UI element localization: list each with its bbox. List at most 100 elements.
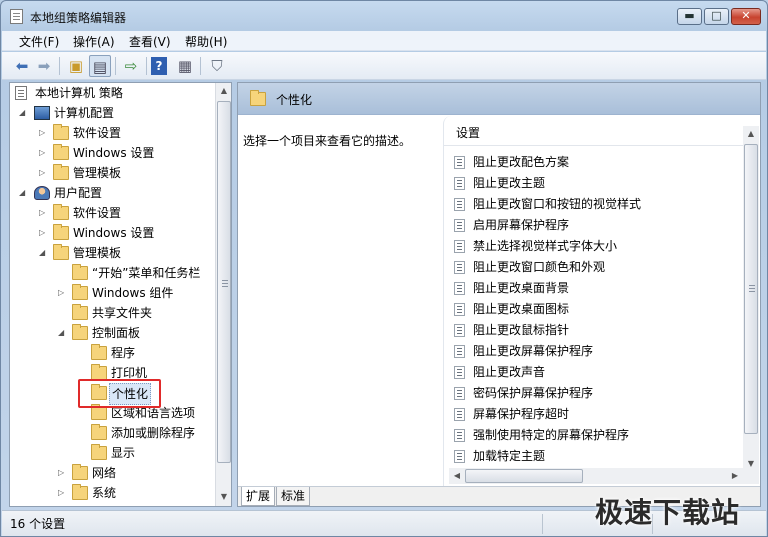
folder-icon xyxy=(72,284,88,300)
tree-item-network[interactable]: ▷ 网络 xyxy=(10,463,215,483)
folder-icon xyxy=(91,344,107,360)
tree-item-root[interactable]: 本地计算机 策略 xyxy=(10,83,215,103)
expanded-arrow-icon[interactable]: ◢ xyxy=(19,183,29,203)
folder-icon xyxy=(53,224,69,240)
folder-icon xyxy=(72,264,88,280)
details-pane: 个性化 选择一个项目来查看它的描述。 设置 阻止更改配色方案 阻止更改主题 阻止… xyxy=(237,82,761,507)
scroll-thumb[interactable] xyxy=(217,101,231,463)
collapsed-arrow-icon[interactable]: ▷ xyxy=(39,163,49,183)
column-header-settings[interactable]: 设置 xyxy=(444,122,744,146)
users-icon xyxy=(34,186,50,200)
tree-item-system[interactable]: ▷ 系统 xyxy=(10,483,215,503)
tree-item-printers[interactable]: 打印机 xyxy=(10,363,215,383)
expanded-arrow-icon[interactable]: ◢ xyxy=(58,323,68,343)
status-text: 16 个设置 xyxy=(10,517,66,531)
menu-action[interactable]: 操作(A) xyxy=(73,33,115,50)
tree-item-personalization[interactable]: 个性化 xyxy=(10,383,215,405)
collapsed-arrow-icon[interactable]: ▷ xyxy=(58,483,68,503)
menu-bar: 文件(F) 操作(A) 查看(V) 帮助(H) xyxy=(2,31,766,51)
collapsed-arrow-icon[interactable]: ▷ xyxy=(39,223,49,243)
folder-icon xyxy=(91,424,107,440)
tree-item-uc-windows[interactable]: ▷ Windows 设置 xyxy=(10,223,215,243)
folder-icon xyxy=(91,364,107,380)
back-arrow-icon[interactable]: ⬅ xyxy=(11,55,33,77)
menu-help[interactable]: 帮助(H) xyxy=(185,33,227,50)
menu-file[interactable]: 文件(F) xyxy=(19,33,59,50)
up-folder-icon[interactable]: ▣ xyxy=(65,55,87,77)
folder-icon xyxy=(91,404,107,420)
tree-item-add-remove-programs[interactable]: 添加或删除程序 xyxy=(10,423,215,443)
minimize-button[interactable]: ▬ xyxy=(677,8,702,25)
scroll-thumb[interactable] xyxy=(465,469,583,483)
maximize-button[interactable]: □ xyxy=(704,8,729,25)
policy-setting-icon xyxy=(454,324,465,337)
title-bar[interactable]: 本地组策略编辑器 ▬ □ ✕ xyxy=(1,1,767,31)
policy-setting-icon xyxy=(454,408,465,421)
gpedit-window: 本地组策略编辑器 ▬ □ ✕ 文件(F) 操作(A) 查看(V) 帮助(H) ⬅… xyxy=(0,0,768,537)
collapsed-arrow-icon[interactable]: ▷ xyxy=(58,283,68,303)
close-button[interactable]: ✕ xyxy=(731,8,761,25)
scroll-thumb[interactable] xyxy=(744,144,758,434)
tree-item-shared-folders[interactable]: 共享文件夹 xyxy=(10,303,215,323)
policy-setting-icon xyxy=(454,198,465,211)
tree-item-cc-admin[interactable]: ▷ 管理模板 xyxy=(10,163,215,183)
open-folder-icon xyxy=(91,384,107,400)
tree-item-uc-admin[interactable]: ◢ 管理模板 xyxy=(10,243,215,263)
tree-item-display[interactable]: 显示 xyxy=(10,443,215,463)
policy-setting-icon xyxy=(454,261,465,274)
settings-list[interactable]: 设置 阻止更改配色方案 阻止更改主题 阻止更改窗口和按钮的视觉样式 启用屏幕保护… xyxy=(443,116,760,486)
tree-item-uc-software[interactable]: ▷ 软件设置 xyxy=(10,203,215,223)
folder-icon xyxy=(72,324,88,340)
expanded-arrow-icon[interactable]: ◢ xyxy=(19,103,29,123)
policy-setting-icon xyxy=(454,345,465,358)
folder-icon xyxy=(72,484,88,500)
menu-view[interactable]: 查看(V) xyxy=(129,33,171,50)
forward-arrow-icon[interactable]: ➡ xyxy=(33,55,55,77)
policy-setting-icon xyxy=(454,303,465,316)
computer-icon xyxy=(34,106,50,120)
scroll-left-icon[interactable]: ◀ xyxy=(450,468,464,484)
settings-vertical-scrollbar[interactable]: ▲ ▼ xyxy=(743,126,759,472)
tab-standard[interactable]: 标准 xyxy=(276,487,311,506)
properties-icon[interactable]: ▦ xyxy=(174,55,196,77)
help-icon[interactable]: ? xyxy=(151,57,167,75)
tree-item-computer-config[interactable]: ◢ 计算机配置 xyxy=(10,103,215,123)
policy-setting-icon xyxy=(454,177,465,190)
collapsed-arrow-icon[interactable]: ▷ xyxy=(58,463,68,483)
scroll-right-icon[interactable]: ▶ xyxy=(728,468,742,484)
tree-item-cc-software[interactable]: ▷ 软件设置 xyxy=(10,123,215,143)
window-title: 本地组策略编辑器 xyxy=(30,11,127,25)
show-hide-tree-icon[interactable]: ▤ xyxy=(89,55,111,77)
collapsed-arrow-icon[interactable]: ▷ xyxy=(39,123,49,143)
scroll-down-icon[interactable]: ▼ xyxy=(216,490,232,504)
settings-horizontal-scrollbar[interactable]: ◀ ▶ xyxy=(449,468,759,484)
policy-setting-icon xyxy=(454,450,465,463)
description-text: 选择一个项目来查看它的描述。 xyxy=(243,134,412,148)
tree-item-control-panel[interactable]: ◢ 控制面板 xyxy=(10,323,215,343)
policy-setting-icon xyxy=(454,240,465,253)
filter-icon[interactable]: ⛉ xyxy=(206,55,228,77)
scroll-up-icon[interactable]: ▲ xyxy=(216,84,232,98)
tree-item-cc-windows[interactable]: ▷ Windows 设置 xyxy=(10,143,215,163)
scroll-up-icon[interactable]: ▲ xyxy=(743,127,759,141)
tree-item-start-menu[interactable]: “开始”菜单和任务栏 xyxy=(10,263,215,283)
collapsed-arrow-icon[interactable]: ▷ xyxy=(39,203,49,223)
policy-setting-icon xyxy=(454,429,465,442)
folder-icon xyxy=(53,144,69,160)
folder-icon xyxy=(53,244,69,260)
export-list-icon[interactable]: ⇨ xyxy=(120,55,142,77)
tree-item-programs[interactable]: 程序 xyxy=(10,343,215,363)
policy-app-icon xyxy=(10,9,23,24)
tree-item-region-language[interactable]: 区域和语言选项 xyxy=(10,403,215,423)
toolbar: ⬅ ➡ ▣ ▤ ⇨ ? ▦ ⛉ xyxy=(2,52,766,80)
expanded-arrow-icon[interactable]: ◢ xyxy=(39,243,49,263)
folder-icon xyxy=(91,444,107,460)
policy-setting-icon xyxy=(454,156,465,169)
tab-extended[interactable]: 扩展 xyxy=(241,487,276,506)
tree-item-user-config[interactable]: ◢ 用户配置 xyxy=(10,183,215,203)
tree-scrollbar[interactable]: ▲ ▼ xyxy=(215,83,231,506)
collapsed-arrow-icon[interactable]: ▷ xyxy=(39,143,49,163)
tree-pane[interactable]: 本地计算机 策略 ◢ 计算机配置 ▷ 软件设置 ▷ Windows 设置 ▷ 管… xyxy=(9,82,232,507)
policy-setting-icon xyxy=(454,219,465,232)
tree-item-windows-components[interactable]: ▷ Windows 组件 xyxy=(10,283,215,303)
